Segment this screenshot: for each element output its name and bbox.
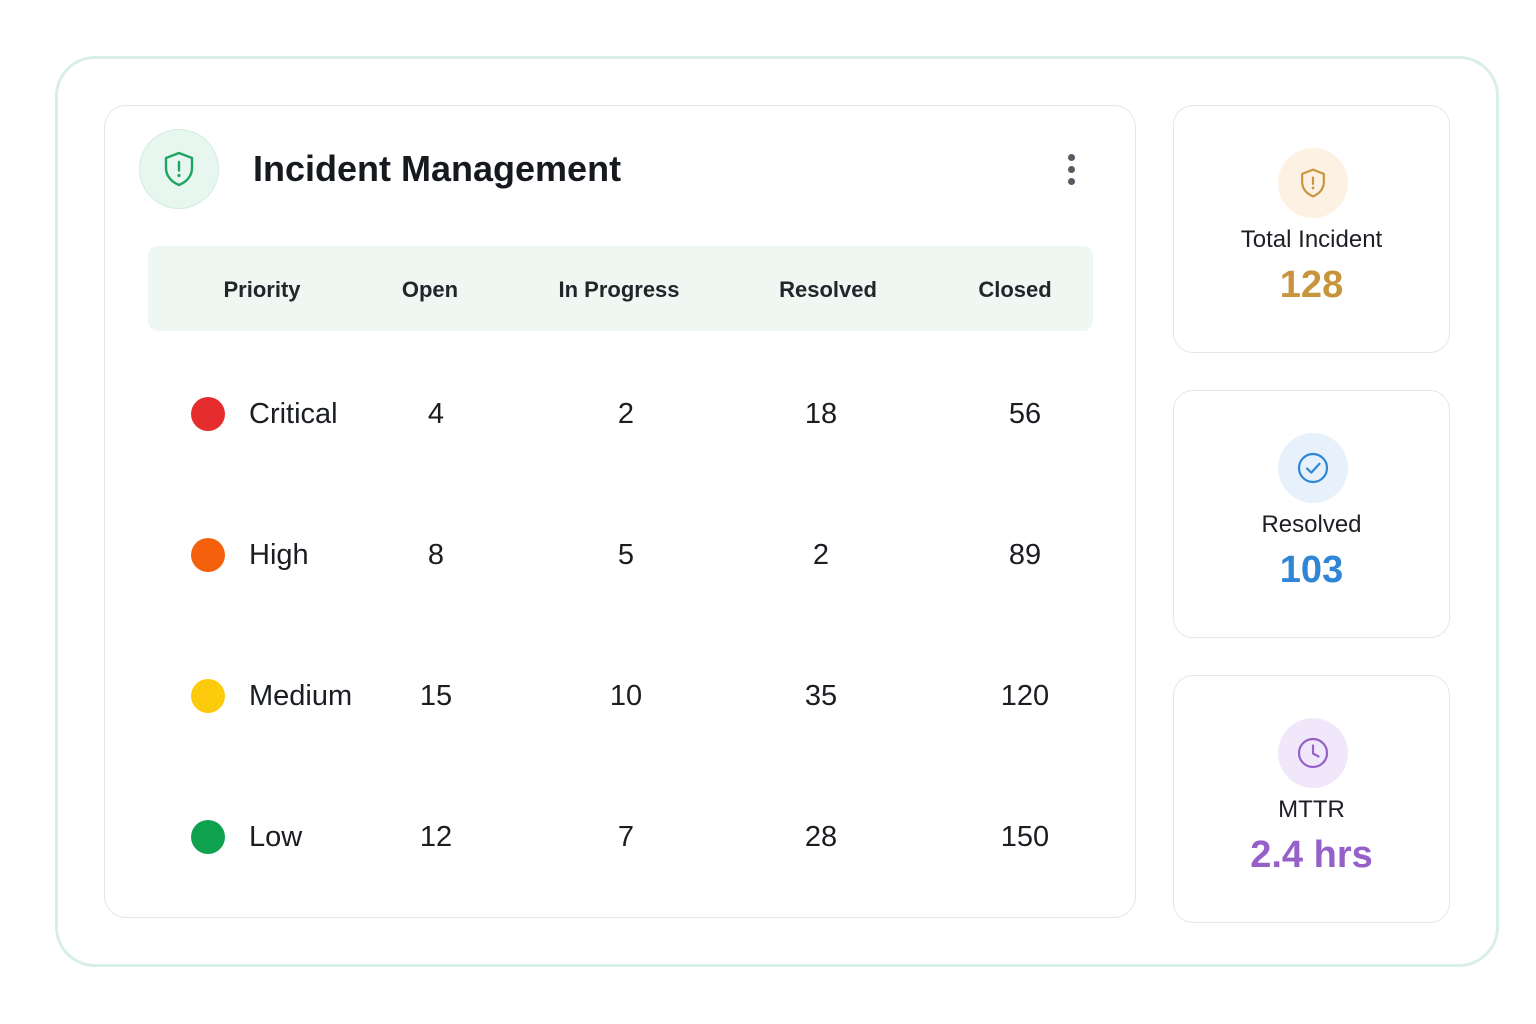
shield-alert-icon (1278, 148, 1348, 218)
stat-label: MTTR (1278, 796, 1345, 823)
table-row[interactable]: Medium 15 10 35 120 (148, 666, 1093, 726)
stat-label: Total Incident (1240, 226, 1383, 253)
cell-open: 8 (427, 539, 445, 571)
column-header-open[interactable]: Open (402, 246, 458, 331)
table-header: Priority Open In Progress Resolved Close… (148, 246, 1093, 331)
clock-icon (1278, 718, 1348, 788)
table-row[interactable]: Low 12 7 28 150 (148, 807, 1093, 867)
priority-label: Low (249, 821, 303, 853)
cell-closed: 56 (1008, 398, 1042, 430)
column-header-closed[interactable]: Closed (978, 246, 1051, 331)
stat-label: Resolved (1261, 511, 1362, 538)
cell-open: 15 (419, 680, 453, 712)
cell-resolved: 28 (804, 821, 838, 853)
priority-dot (191, 679, 225, 713)
cell-in-progress: 7 (617, 821, 635, 853)
priority-label: Critical (249, 398, 338, 430)
more-vertical-icon (1067, 153, 1075, 161)
priority-dot (191, 820, 225, 854)
cell-closed: 150 (1000, 821, 1050, 853)
stat-card-total-incident[interactable]: Total Incident 128 (1173, 105, 1450, 353)
incident-management-card (104, 105, 1136, 918)
stat-card-resolved[interactable]: Resolved 103 (1173, 390, 1450, 638)
cell-open: 12 (419, 821, 453, 853)
stat-value: 103 (1279, 549, 1344, 591)
priority-label: Medium (249, 680, 353, 712)
check-circle-icon (1278, 433, 1348, 503)
stat-card-mttr[interactable]: MTTR 2.4 hrs (1173, 675, 1450, 923)
cell-in-progress: 10 (609, 680, 643, 712)
priority-label: High (249, 539, 309, 571)
cell-resolved: 18 (804, 398, 838, 430)
stat-value: 128 (1279, 264, 1344, 306)
table-row[interactable]: Critical 4 2 18 56 (148, 384, 1093, 444)
more-options-button[interactable] (1054, 146, 1088, 192)
table-row[interactable]: High 8 5 2 89 (148, 525, 1093, 585)
column-header-in-progress[interactable]: In Progress (558, 246, 679, 331)
column-header-resolved[interactable]: Resolved (779, 246, 877, 331)
stat-value: 2.4 hrs (1250, 834, 1373, 876)
cell-resolved: 35 (804, 680, 838, 712)
cell-in-progress: 2 (617, 398, 635, 430)
priority-dot (191, 538, 225, 572)
column-header-priority[interactable]: Priority (223, 246, 300, 331)
cell-closed: 120 (1000, 680, 1050, 712)
page-title: Incident Management (253, 148, 622, 189)
cell-in-progress: 5 (617, 539, 635, 571)
cell-open: 4 (427, 398, 445, 430)
shield-alert-icon (139, 129, 219, 209)
cell-closed: 89 (1008, 539, 1042, 571)
cell-resolved: 2 (812, 539, 830, 571)
priority-dot (191, 397, 225, 431)
